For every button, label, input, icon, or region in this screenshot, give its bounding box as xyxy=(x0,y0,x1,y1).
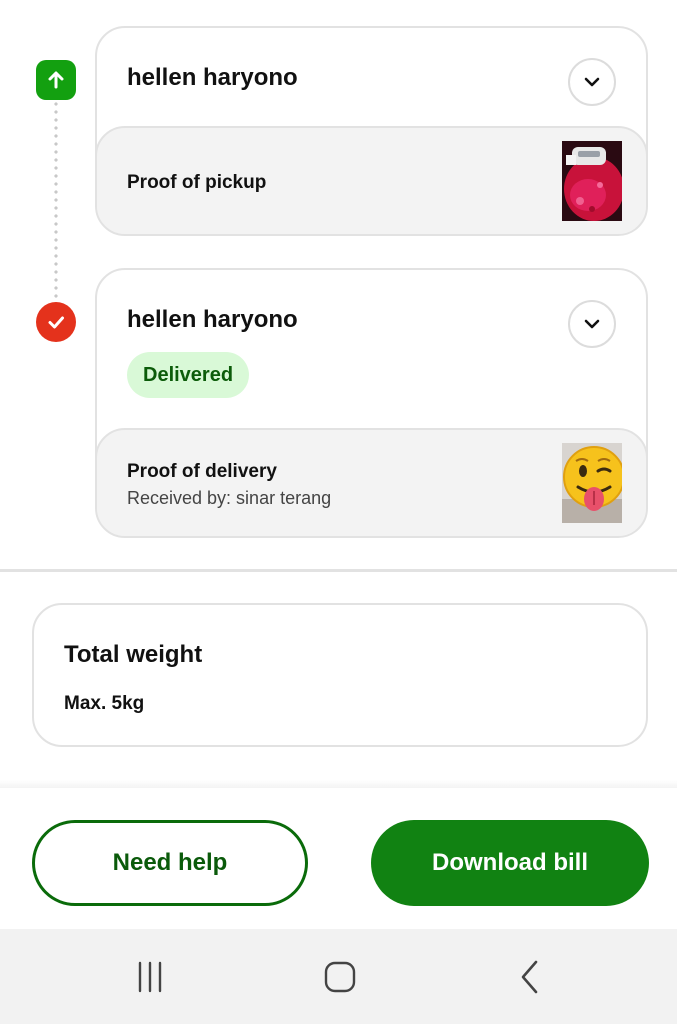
pickup-contact-name: hellen haryono xyxy=(127,64,298,91)
timeline-connector xyxy=(54,100,58,300)
total-weight-card: Total weight Max. 5kg xyxy=(32,603,648,747)
chevron-down-icon xyxy=(584,319,600,329)
total-weight-title: Total weight xyxy=(64,641,203,668)
delivery-stop-card: hellen haryono Delivered Proof of delive… xyxy=(95,268,648,538)
recent-apps-icon[interactable] xyxy=(128,955,172,999)
expand-pickup-button[interactable] xyxy=(568,58,616,106)
pickup-photo-thumbnail[interactable] xyxy=(562,141,622,221)
expand-delivery-button[interactable] xyxy=(568,300,616,348)
pickup-marker xyxy=(36,60,76,100)
pickup-stop-card: hellen haryono Proof of pickup xyxy=(95,26,648,236)
proof-of-delivery-panel[interactable]: Proof of delivery Received by: sinar ter… xyxy=(97,428,646,536)
checkmark-icon xyxy=(36,302,76,342)
need-help-button[interactable]: Need help xyxy=(32,820,308,906)
total-weight-value: Max. 5kg xyxy=(64,693,145,714)
delivery-contact-name: hellen haryono xyxy=(127,306,298,333)
proof-of-delivery-label: Proof of delivery xyxy=(127,461,277,482)
delivery-marker xyxy=(36,302,76,342)
system-navigation-bar xyxy=(0,929,677,1024)
received-by-text: Received by: sinar terang xyxy=(127,488,332,508)
arrow-up-icon xyxy=(36,60,76,100)
chevron-down-icon xyxy=(584,77,600,87)
download-bill-button[interactable]: Download bill xyxy=(371,820,649,906)
section-divider xyxy=(0,569,677,572)
back-icon[interactable] xyxy=(508,955,552,999)
home-icon[interactable] xyxy=(318,955,362,999)
proof-of-pickup-panel[interactable]: Proof of pickup xyxy=(97,126,646,234)
proof-of-pickup-label: Proof of pickup xyxy=(127,172,267,193)
status-badge: Delivered xyxy=(127,352,250,398)
delivery-photo-thumbnail[interactable] xyxy=(562,443,622,523)
order-details-screen: hellen haryono Proof of pickup hellen ha… xyxy=(0,0,677,1024)
action-bar: Need help Download bill xyxy=(0,788,677,929)
